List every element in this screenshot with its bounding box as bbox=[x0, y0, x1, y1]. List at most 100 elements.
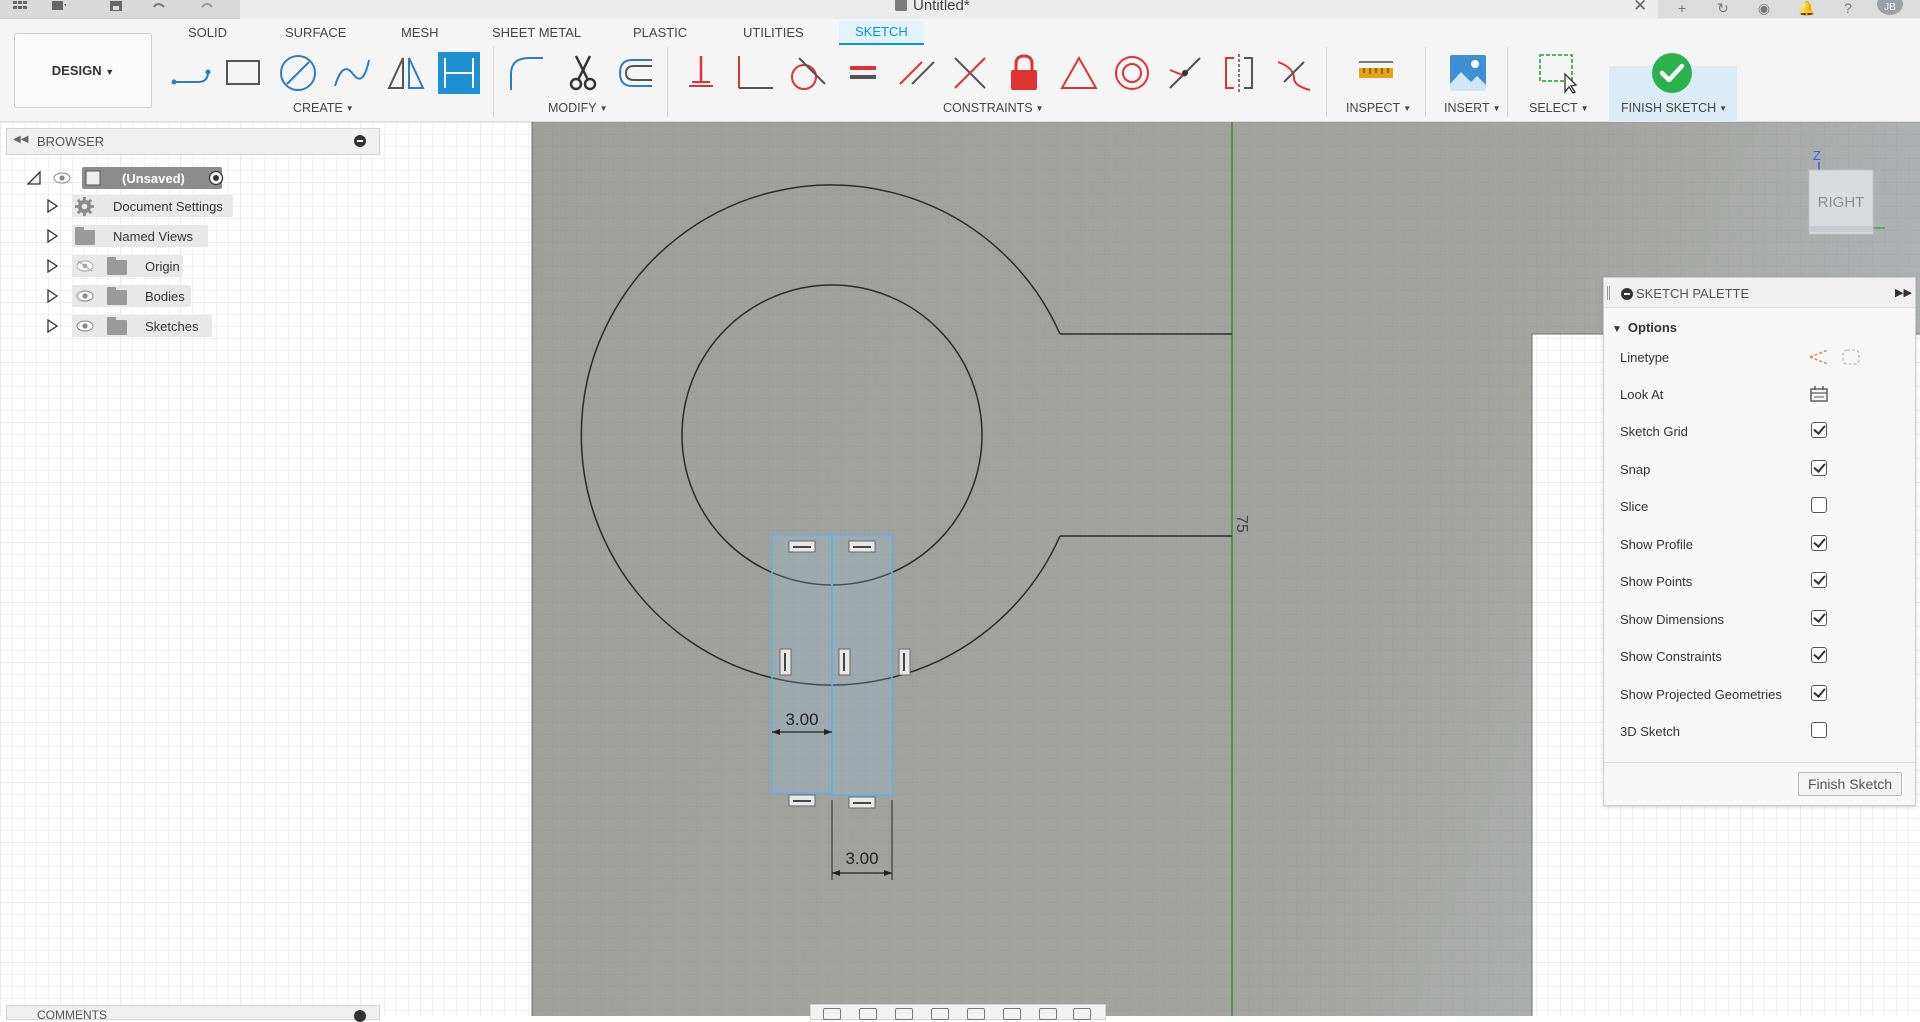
expand-palette-icon[interactable]: ▶▶ bbox=[1895, 286, 1912, 299]
browser-item-named-views[interactable]: Named Views bbox=[46, 225, 256, 247]
tab-sheet-metal[interactable]: SHEET METAL bbox=[492, 25, 581, 40]
redo-icon[interactable] bbox=[200, 1, 216, 13]
horizontal-constraint-icon[interactable] bbox=[788, 794, 816, 807]
dimension-tool-icon[interactable] bbox=[438, 52, 480, 94]
viewcube[interactable]: Z ✕ RIGHT bbox=[1795, 148, 1885, 248]
app-grid-icon[interactable] bbox=[12, 1, 28, 13]
save-icon[interactable] bbox=[108, 1, 124, 13]
look-at-nav-icon[interactable] bbox=[859, 1008, 877, 1020]
vertical-constraint-icon[interactable] bbox=[779, 648, 792, 676]
mirror-tool-icon[interactable] bbox=[385, 52, 427, 94]
equal-constraint-icon[interactable] bbox=[842, 52, 884, 94]
undo-icon[interactable] bbox=[150, 1, 166, 13]
snap-checkbox[interactable] bbox=[1811, 460, 1827, 476]
browser-item-bodies[interactable]: Bodies bbox=[46, 285, 256, 307]
finish-sketch-check-icon[interactable] bbox=[1651, 52, 1693, 94]
show-profile-checkbox[interactable] bbox=[1811, 535, 1827, 551]
display-settings-icon[interactable] bbox=[1003, 1008, 1021, 1020]
spline-tool-icon[interactable] bbox=[331, 52, 373, 94]
new-tab-icon[interactable]: + bbox=[1674, 1, 1690, 15]
perpendicular-constraint-icon[interactable] bbox=[949, 52, 991, 94]
zoom-icon[interactable] bbox=[931, 1008, 949, 1020]
activate-radio-icon[interactable] bbox=[208, 170, 224, 186]
browser-item-sketches[interactable]: Sketches bbox=[46, 315, 256, 337]
expand-triangle-icon[interactable] bbox=[46, 259, 58, 273]
expand-triangle-icon[interactable] bbox=[46, 289, 58, 303]
collinear-constraint-icon[interactable] bbox=[1164, 52, 1206, 94]
visibility-eye-icon[interactable] bbox=[53, 172, 71, 184]
offset-tool-icon[interactable] bbox=[614, 52, 656, 94]
expand-triangle-icon[interactable] bbox=[46, 229, 58, 243]
vertical-dimension-label[interactable]: 75 bbox=[1233, 515, 1250, 533]
insert-image-icon[interactable] bbox=[1447, 52, 1489, 94]
dimension-1-value[interactable]: 3.00 bbox=[785, 710, 818, 729]
file-menu-icon[interactable] bbox=[50, 1, 66, 13]
show-dimensions-checkbox[interactable] bbox=[1811, 610, 1827, 626]
fix-constraint-icon[interactable] bbox=[1003, 52, 1045, 94]
fillet-tool-icon[interactable] bbox=[505, 52, 547, 94]
coincident-constraint-icon[interactable] bbox=[733, 52, 775, 94]
construction-linetype-icon[interactable] bbox=[1808, 348, 1830, 366]
job-status-icon[interactable]: ↻ bbox=[1715, 1, 1731, 15]
constraints-menu[interactable]: CONSTRAINTS ▼ bbox=[943, 101, 1044, 115]
measure-tool-icon[interactable] bbox=[1355, 52, 1397, 94]
expand-triangle-icon[interactable] bbox=[46, 199, 58, 213]
tab-mesh[interactable]: MESH bbox=[401, 25, 439, 40]
3d-sketch-checkbox[interactable] bbox=[1811, 722, 1827, 738]
fit-icon[interactable] bbox=[967, 1008, 985, 1020]
notifications-icon[interactable]: 🔔 bbox=[1798, 1, 1815, 15]
browser-root-node[interactable]: (Unsaved) bbox=[26, 167, 236, 189]
horizontal-constraint-icon[interactable] bbox=[848, 540, 876, 553]
curvature-constraint-icon[interactable] bbox=[1272, 52, 1314, 94]
tab-solid[interactable]: SOLID bbox=[188, 25, 227, 40]
concentric-constraint-icon[interactable] bbox=[1111, 52, 1153, 94]
modify-menu[interactable]: MODIFY ▼ bbox=[548, 101, 608, 115]
rectangle-tool-icon[interactable] bbox=[223, 52, 265, 94]
palette-finish-sketch-button[interactable]: Finish Sketch bbox=[1798, 772, 1902, 796]
horizontal-vertical-constraint-icon[interactable] bbox=[680, 52, 722, 94]
tab-sketch[interactable]: SKETCH bbox=[839, 21, 924, 45]
dimension-2-value[interactable]: 3.00 bbox=[845, 849, 878, 868]
grid-settings-icon[interactable] bbox=[1039, 1008, 1057, 1020]
sketch-grid-checkbox[interactable] bbox=[1811, 422, 1827, 438]
finish-sketch-menu[interactable]: FINISH SKETCH ▼ bbox=[1621, 101, 1727, 115]
select-menu[interactable]: SELECT ▼ bbox=[1529, 101, 1589, 115]
visibility-eye-icon[interactable] bbox=[76, 290, 94, 302]
inspect-menu[interactable]: INSPECT ▼ bbox=[1346, 101, 1411, 115]
horizontal-constraint-icon[interactable] bbox=[848, 796, 876, 809]
parallel-constraint-icon[interactable] bbox=[896, 52, 938, 94]
window-select-icon[interactable] bbox=[1537, 52, 1579, 94]
visibility-eye-icon[interactable] bbox=[76, 320, 94, 332]
create-menu[interactable]: CREATE ▼ bbox=[293, 101, 354, 115]
workspace-switcher[interactable]: DESIGN ▼ bbox=[14, 33, 152, 108]
collapse-panel-icon[interactable]: ◀◀ bbox=[13, 134, 28, 145]
extensions-icon[interactable]: ◉ bbox=[1756, 1, 1772, 15]
look-at-icon[interactable] bbox=[1809, 385, 1829, 403]
orbit-icon[interactable] bbox=[823, 1008, 841, 1020]
insert-menu[interactable]: INSERT ▼ bbox=[1444, 101, 1501, 115]
line-tool-icon[interactable] bbox=[170, 52, 212, 94]
minimize-comments-icon[interactable] bbox=[354, 1010, 366, 1022]
midpoint-constraint-icon[interactable] bbox=[1058, 52, 1100, 94]
circle-tool-icon[interactable] bbox=[277, 52, 319, 94]
options-section-header[interactable]: ▼ Options bbox=[1612, 320, 1677, 335]
browser-item-origin[interactable]: Origin bbox=[46, 255, 256, 277]
show-points-checkbox[interactable] bbox=[1811, 572, 1827, 588]
symmetry-constraint-icon[interactable] bbox=[1218, 52, 1260, 94]
tab-surface[interactable]: SURFACE bbox=[285, 25, 346, 40]
hidden-eye-icon[interactable] bbox=[76, 260, 94, 272]
collapse-triangle-icon[interactable] bbox=[26, 170, 42, 186]
slice-checkbox[interactable] bbox=[1811, 497, 1827, 513]
expand-triangle-icon[interactable] bbox=[46, 319, 58, 333]
horizontal-constraint-icon[interactable] bbox=[788, 540, 816, 553]
tab-plastic[interactable]: PLASTIC bbox=[633, 25, 687, 40]
show-constraints-checkbox[interactable] bbox=[1811, 647, 1827, 663]
vertical-constraint-icon[interactable] bbox=[838, 648, 851, 676]
close-tab-icon[interactable]: ✕ bbox=[1633, 0, 1647, 16]
pan-icon[interactable] bbox=[895, 1008, 913, 1020]
viewports-icon[interactable] bbox=[1073, 1008, 1091, 1020]
trim-tool-icon[interactable] bbox=[562, 52, 604, 94]
tab-utilities[interactable]: UTILITIES bbox=[743, 25, 804, 40]
tangent-constraint-icon[interactable] bbox=[785, 52, 827, 94]
browser-item-document-settings[interactable]: Document Settings bbox=[46, 195, 256, 217]
